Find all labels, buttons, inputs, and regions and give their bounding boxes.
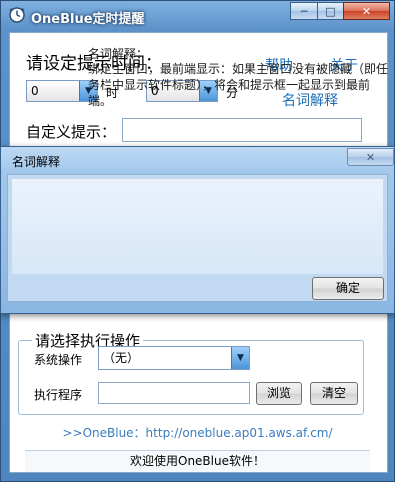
- close-icon: ✕: [365, 151, 376, 164]
- program-path-input[interactable]: [98, 382, 250, 404]
- minimize-button[interactable]: ─: [290, 2, 318, 20]
- window-title: OneBlue定时提醒: [31, 12, 145, 27]
- clear-button[interactable]: 清空: [310, 382, 358, 405]
- status-bar: 欢迎使用OneBlue软件！: [25, 450, 370, 472]
- clock-icon: [9, 7, 25, 23]
- browse-button[interactable]: 浏览: [256, 382, 302, 405]
- ok-button[interactable]: 确定: [312, 277, 384, 300]
- system-action-value: （无）: [99, 347, 232, 369]
- dialog-heading: 名词解释：: [88, 47, 149, 61]
- custom-prompt-input[interactable]: [122, 118, 362, 142]
- custom-prompt-label: 自定义提示：: [26, 123, 117, 141]
- status-text: 欢迎使用OneBlue软件！: [130, 454, 265, 468]
- dialog-message-area: [12, 179, 383, 274]
- close-button[interactable]: ✕: [343, 2, 390, 20]
- system-action-select[interactable]: （无） ▼: [98, 346, 250, 370]
- system-action-label: 系统操作: [34, 353, 83, 367]
- maximize-icon: □: [325, 5, 336, 18]
- minimize-icon: ─: [300, 5, 308, 18]
- hour-value: 0: [27, 81, 80, 101]
- dialog-message: 绑定主窗口，最前端显示：如果主窗口没有被隐藏（即任务栏中显示软件标题），将会和提…: [88, 62, 389, 108]
- dialog-title: 名词解释: [12, 155, 61, 169]
- close-icon: ✕: [361, 5, 372, 18]
- website-link[interactable]: >>OneBlue：http://oneblue.ap01.aws.af.cm/: [0, 424, 395, 441]
- chevron-down-icon[interactable]: ▼: [231, 347, 249, 369]
- dialog-close-button[interactable]: ✕: [347, 148, 394, 166]
- maximize-button[interactable]: □: [317, 2, 344, 20]
- program-label: 执行程序: [34, 388, 83, 402]
